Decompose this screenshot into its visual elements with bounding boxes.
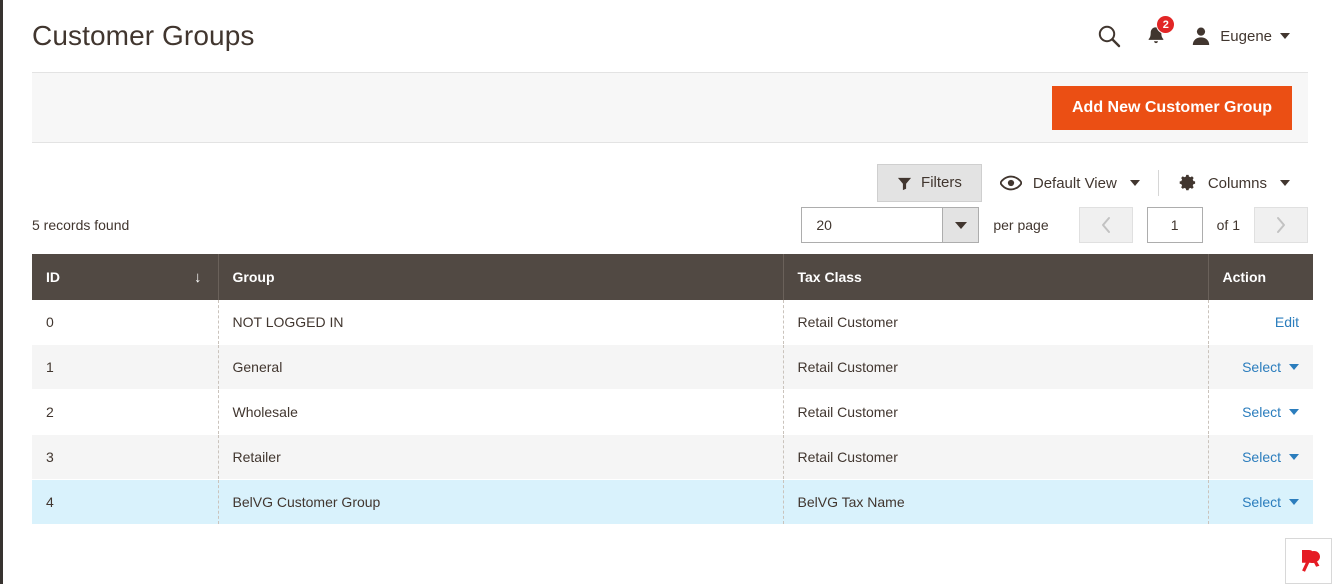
page-title: Customer Groups — [32, 20, 255, 51]
edit-link[interactable]: Edit — [1275, 314, 1299, 330]
chevron-down-icon — [1289, 499, 1299, 505]
column-header-action-label: Action — [1222, 269, 1267, 285]
table-header: ID ↓ Group Tax Class Action — [32, 254, 1313, 300]
grid-toolbar: Filters Default View Columns — [32, 143, 1308, 202]
page-header: Customer Groups 2 Eugene — [3, 0, 1332, 72]
user-name: Eugene — [1220, 27, 1272, 45]
cell-id: 1 — [32, 344, 219, 390]
user-avatar-icon — [1193, 27, 1210, 45]
add-new-customer-group-button[interactable]: Add New Customer Group — [1051, 85, 1292, 130]
customer-groups-table: ID ↓ Group Tax Class Action 0 NOT LOGGED… — [32, 254, 1313, 525]
cell-tax-class: BelVG Tax Name — [783, 479, 1209, 525]
columns-label: Columns — [1207, 174, 1267, 192]
select-dropdown-label: Select — [1242, 359, 1281, 375]
table-row[interactable]: 4 BelVG Customer Group BelVG Tax Name Selec… — [32, 479, 1313, 525]
per-page-value: 20 — [816, 217, 832, 233]
app-root: Customer Groups 2 Eugene Add New Custome… — [0, 0, 1332, 584]
column-header-tax-class[interactable]: Tax Class — [783, 254, 1209, 300]
default-view-label: Default View — [1032, 174, 1117, 192]
table-row[interactable]: 2 Wholesale Retail Customer Select — [32, 389, 1313, 435]
cell-tax-class: Retail Customer — [783, 300, 1209, 345]
cell-id: 4 — [32, 479, 219, 525]
column-header-id-label: ID — [46, 269, 60, 285]
select-dropdown-label: Select — [1242, 404, 1281, 420]
notification-count-badge: 2 — [1156, 15, 1176, 34]
chevron-down-icon — [1129, 180, 1140, 186]
cell-tax-class: Retail Customer — [783, 344, 1209, 390]
chevron-right-icon — [1277, 217, 1285, 233]
cell-action: Select — [1208, 479, 1313, 525]
previous-page-button[interactable] — [1078, 207, 1133, 243]
select-dropdown[interactable]: Select — [1242, 449, 1299, 465]
filters-label: Filters — [921, 174, 962, 191]
select-dropdown[interactable]: Select — [1242, 404, 1299, 420]
cell-action: Select — [1208, 434, 1313, 480]
cell-group: NOT LOGGED IN — [218, 300, 784, 345]
pagination-controls: 20 per page 1 of 1 — [801, 207, 1308, 243]
chevron-left-icon — [1101, 217, 1110, 233]
belvg-logo-icon[interactable] — [1285, 538, 1332, 584]
sort-descending-icon: ↓ — [194, 268, 202, 286]
grid-meta-row: 5 records found 20 per page 1 of 1 — [32, 199, 1308, 245]
table-row[interactable]: 3 Retailer Retail Customer Select — [32, 434, 1313, 480]
page-number-input[interactable]: 1 — [1146, 207, 1203, 243]
user-menu[interactable]: Eugene — [1190, 25, 1290, 47]
cell-id: 0 — [32, 300, 219, 345]
default-view-dropdown[interactable]: Default View — [982, 175, 1158, 192]
cell-tax-class: Retail Customer — [783, 389, 1209, 435]
cell-group: Wholesale — [218, 389, 784, 435]
cell-group: Retailer — [218, 434, 784, 480]
chevron-down-icon — [1289, 409, 1299, 415]
column-header-tax-class-label: Tax Class — [797, 269, 862, 285]
notifications-button[interactable]: 2 — [1144, 15, 1176, 48]
cell-id: 2 — [32, 389, 219, 435]
data-grid-wrapper: ID ↓ Group Tax Class Action 0 NOT LOGGED… — [32, 254, 1313, 525]
cell-group: General — [218, 344, 784, 390]
next-page-button[interactable] — [1254, 207, 1308, 243]
chevron-down-icon — [1289, 454, 1299, 460]
funnel-icon — [897, 177, 912, 190]
chevron-down-icon — [1289, 364, 1299, 370]
select-dropdown-label: Select — [1242, 449, 1281, 465]
search-icon[interactable] — [1096, 23, 1122, 49]
chevron-down-icon — [1280, 33, 1290, 39]
cell-id: 3 — [32, 434, 219, 480]
select-dropdown[interactable]: Select — [1242, 359, 1299, 375]
table-header-row: ID ↓ Group Tax Class Action — [32, 254, 1313, 300]
table-row[interactable]: 0 NOT LOGGED IN Retail Customer Edit — [32, 300, 1313, 345]
cell-action: Select — [1208, 389, 1313, 435]
total-pages-label: of 1 — [1216, 217, 1240, 233]
select-dropdown-label: Select — [1242, 494, 1281, 510]
columns-dropdown[interactable]: Columns — [1159, 173, 1308, 193]
filters-button[interactable]: Filters — [877, 164, 982, 202]
records-found-label: 5 records found — [32, 217, 130, 233]
gear-icon — [1179, 174, 1195, 191]
column-header-group[interactable]: Group — [218, 254, 784, 300]
cell-action: Edit — [1208, 300, 1313, 345]
column-header-id[interactable]: ID ↓ — [32, 254, 219, 300]
cell-tax-class: Retail Customer — [783, 434, 1209, 480]
per-page-dropdown-arrow[interactable] — [942, 208, 979, 242]
cell-group: BelVG Customer Group — [218, 479, 784, 525]
page-actions-bar: Add New Customer Group — [32, 72, 1308, 143]
select-dropdown[interactable]: Select — [1242, 494, 1299, 510]
chevron-down-icon — [1280, 180, 1290, 186]
page-container: Customer Groups 2 Eugene Add New Custome… — [3, 0, 1332, 584]
eye-icon — [999, 175, 1022, 191]
table-body: 0 NOT LOGGED IN Retail Customer Edit 1 Genera… — [32, 300, 1313, 525]
header-actions: 2 Eugene — [1096, 15, 1308, 49]
per-page-label: per page — [993, 217, 1049, 233]
column-header-action: Action — [1208, 254, 1313, 300]
column-header-group-label: Group — [232, 269, 275, 285]
cell-action: Select — [1208, 344, 1313, 390]
table-row[interactable]: 1 General Retail Customer Select — [32, 344, 1313, 390]
per-page-select[interactable]: 20 — [801, 207, 980, 243]
